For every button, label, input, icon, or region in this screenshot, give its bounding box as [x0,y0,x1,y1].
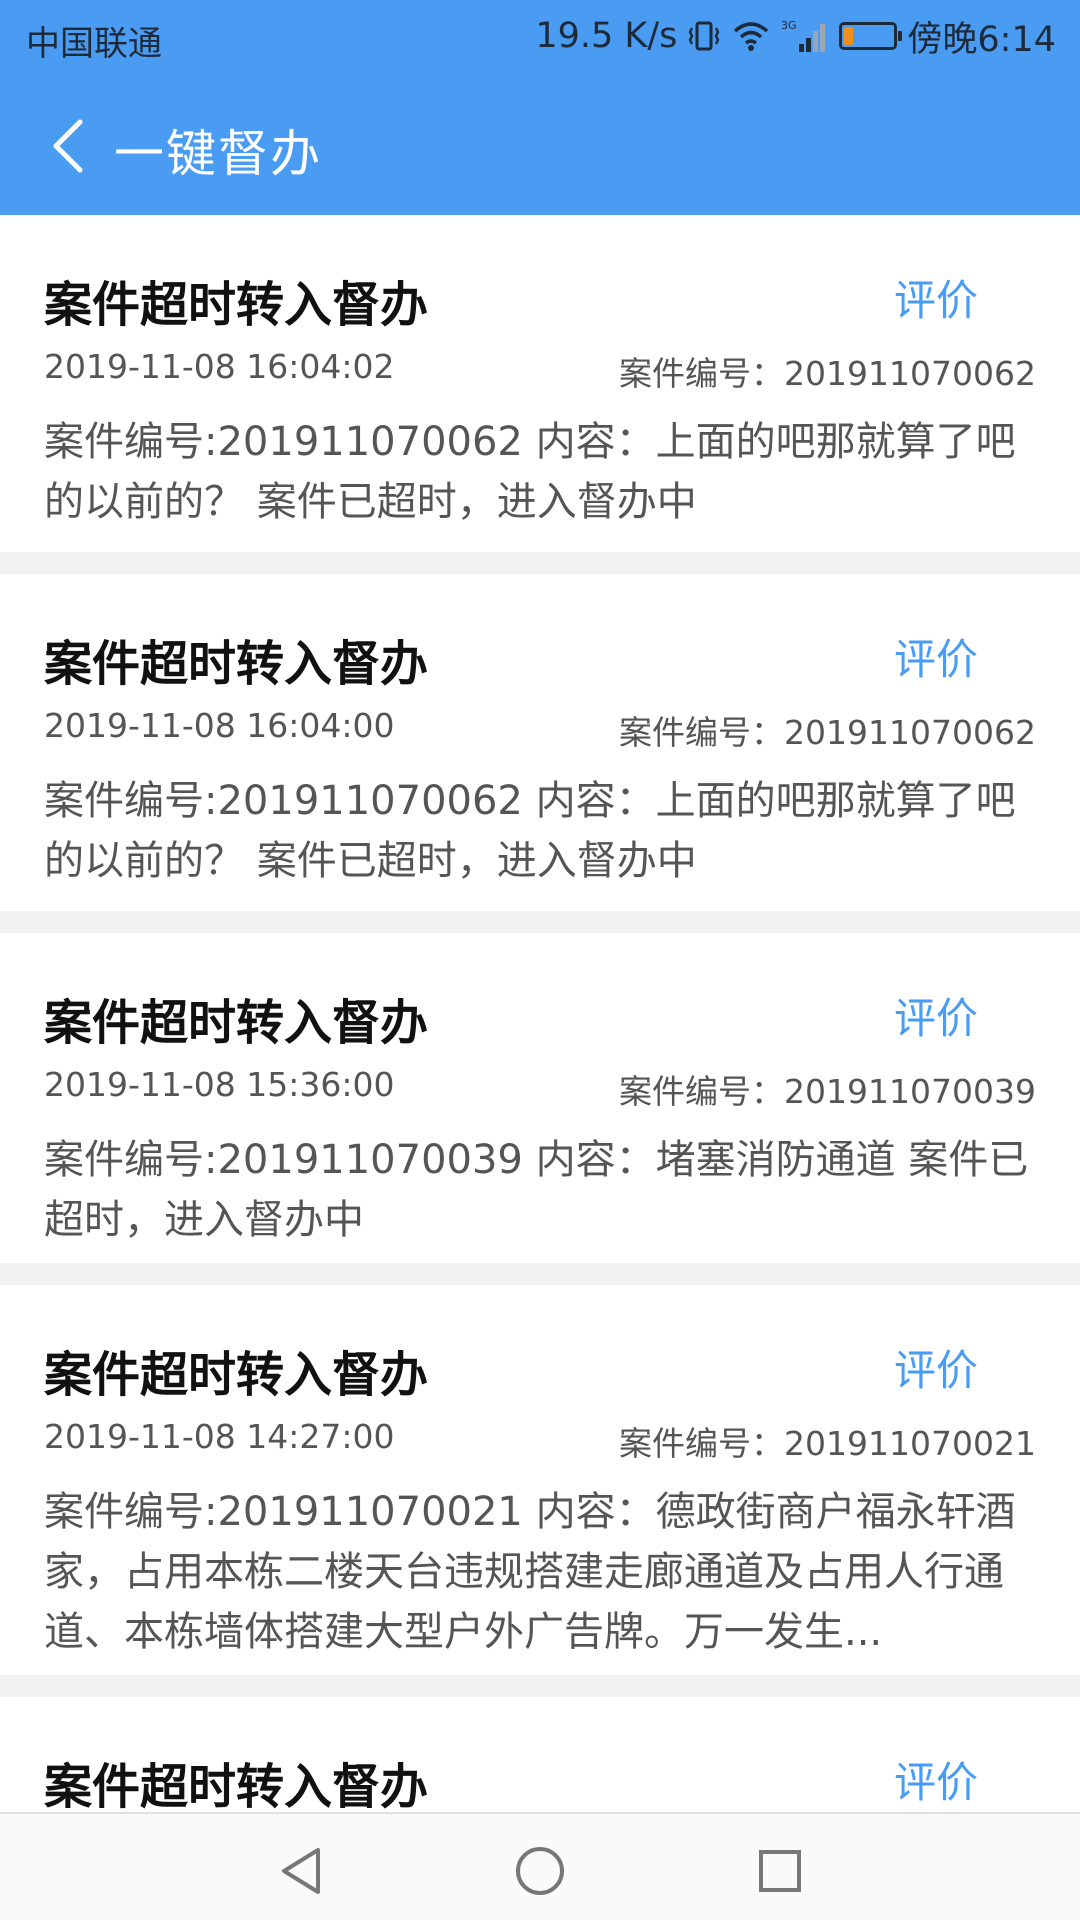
item-content: 案件编号:201911070039 内容：堵塞消防通道 案件已超时，进入督办中 [44,1137,1029,1243]
battery-icon [839,22,903,50]
item-title: 案件超时转入督办 [44,1347,429,1403]
list-item[interactable]: 案件超时转入督办 评价 2019-11-08 16:04:02 案件编号：201… [0,215,1080,552]
signal-icon: 3G [781,18,829,54]
list-item[interactable]: 案件超时转入督办 评价 2019-11-08 14:27:00 案件编号：201… [0,1285,1080,1675]
list-item[interactable]: 案件超时转入督办 评价 2019-11-08 16:04:00 案件编号：201… [0,574,1080,911]
item-content: 案件编号:201911070062 内容：上面的吧那就算了吧的以前的？ 案件已超… [44,778,1016,884]
network-type-label: 3G [781,19,797,32]
vibrate-icon [687,19,721,53]
item-content: 案件编号:201911070021 内容：德政街商户福永轩酒家，占用本栋二楼天台… [44,1489,1016,1655]
item-case-number: 案件编号：201911070039 [619,1072,1036,1111]
item-title: 案件超时转入督办 [44,277,429,333]
net-speed: 19.5 K/s [535,16,678,56]
nav-recents-button[interactable] [745,1836,815,1906]
item-date: 2019-11-08 16:04:00 [44,706,395,745]
supervision-list: 案件超时转入督办 评价 2019-11-08 16:04:02 案件编号：201… [0,215,1080,1859]
rate-button[interactable]: 评价 [894,1749,978,1810]
item-case-number: 案件编号：201911070062 [619,713,1036,752]
clock: 傍晚6:14 [907,19,1056,60]
carrier-name: 中国联通 [26,24,162,64]
rate-button[interactable]: 评价 [894,1337,978,1398]
item-case-number: 案件编号：201911070021 [619,1424,1036,1463]
wifi-icon [731,19,771,53]
back-button[interactable] [38,106,98,186]
rate-button[interactable]: 评价 [894,985,978,1046]
circle-home-icon [516,1847,564,1895]
triangle-back-icon [282,1848,320,1894]
system-nav-bar [0,1812,1080,1920]
square-recents-icon [759,1850,801,1892]
header: 中国联通 19.5 K/s 3G 傍晚6:14 一键督办 [0,0,1080,215]
item-title: 案件超时转入督办 [44,995,429,1051]
list-item[interactable]: 案件超时转入督办 评价 2019-11-08 15:36:00 案件编号：201… [0,933,1080,1263]
rate-button[interactable]: 评价 [894,267,978,328]
item-case-number: 案件编号：201911070062 [619,354,1036,393]
app-bar: 一键督办 [0,76,1080,215]
rate-button[interactable]: 评价 [894,626,978,687]
status-indicators: 19.5 K/s 3G 傍晚6:14 [535,14,1056,60]
nav-home-button[interactable] [505,1836,575,1906]
page-title: 一键督办 [114,125,322,183]
item-date: 2019-11-08 15:36:00 [44,1065,395,1104]
item-title: 案件超时转入督办 [44,636,429,692]
battery-level [844,27,854,45]
item-content: 案件编号:201911070062 内容：上面的吧那就算了吧的以前的？ 案件已超… [44,419,1016,525]
nav-back-button[interactable] [266,1836,336,1906]
status-bar: 中国联通 19.5 K/s 3G 傍晚6:14 [0,0,1080,76]
item-date: 2019-11-08 14:27:00 [44,1417,395,1456]
chevron-left-icon [53,119,83,173]
item-title: 案件超时转入督办 [44,1759,429,1815]
item-date: 2019-11-08 16:04:02 [44,347,395,386]
